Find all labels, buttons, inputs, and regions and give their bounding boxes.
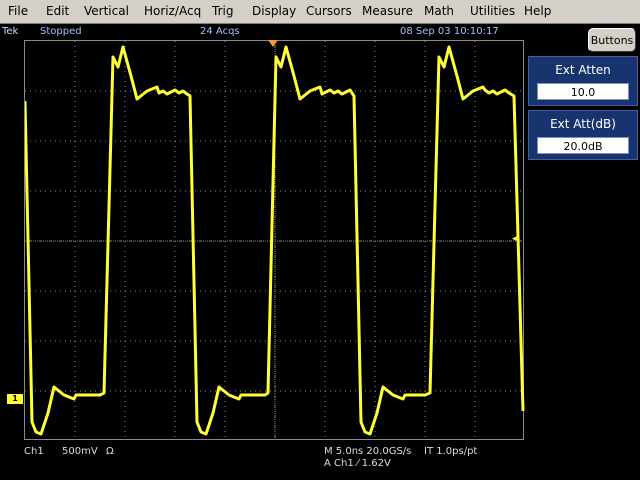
menu-edit[interactable]: Edit (46, 4, 69, 18)
channel-readout[interactable]: Ch1 (24, 446, 44, 457)
menu-file[interactable]: File (8, 4, 28, 18)
menu-horiz-acq[interactable]: Horiz/Acq (144, 4, 201, 18)
interpolation-readout: IT 1.0ps/pt (424, 446, 478, 457)
ext-att-db-panel[interactable]: Ext Att(dB) 20.0dB (528, 110, 638, 160)
menu-measure[interactable]: Measure (362, 4, 413, 18)
menu-math[interactable]: Math (424, 4, 454, 18)
ext-atten-title: Ext Atten (555, 63, 611, 77)
buttons-button[interactable]: Buttons (588, 28, 636, 52)
vertical-scale-readout[interactable]: 500mV (62, 446, 98, 457)
menu-help[interactable]: Help (524, 4, 551, 18)
menu-display[interactable]: Display (252, 4, 296, 18)
trigger-readout[interactable]: A Ch1 ⁄ 1.62V (324, 458, 391, 469)
coupling-readout: Ω (106, 446, 114, 457)
menu-utilities[interactable]: Utilities (470, 4, 515, 18)
menu-vertical[interactable]: Vertical (84, 4, 129, 18)
graticule-display[interactable] (24, 40, 525, 441)
waveform-svg (25, 41, 525, 441)
ext-atten-panel[interactable]: Ext Atten 10.0 (528, 56, 638, 106)
trigger-position-marker[interactable] (268, 40, 278, 47)
brand-label: Tek (2, 26, 19, 37)
horizontal-readout[interactable]: M 5.0ns 20.0GS/s (324, 446, 411, 457)
acquisition-count: 24 Acqs (200, 26, 240, 37)
menu-bar: File Edit Vertical Horiz/Acq Trig Displa… (0, 0, 640, 24)
channel-1-marker[interactable]: 1 (7, 394, 23, 404)
date-time: 08 Sep 03 10:10:17 (400, 26, 499, 37)
status-bar: Tek Stopped 24 Acqs 08 Sep 03 10:10:17 (0, 25, 640, 40)
ext-atten-value[interactable]: 10.0 (537, 83, 629, 100)
menu-cursors[interactable]: Cursors (306, 4, 352, 18)
ext-att-db-value[interactable]: 20.0dB (537, 137, 629, 154)
ext-att-db-title: Ext Att(dB) (550, 117, 616, 131)
acquisition-state: Stopped (40, 26, 82, 37)
trigger-level-marker[interactable]: ◂ (512, 234, 517, 244)
menu-trig[interactable]: Trig (212, 4, 233, 18)
